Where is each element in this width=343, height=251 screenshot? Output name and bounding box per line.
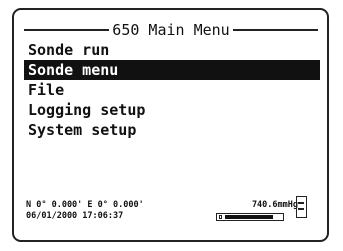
menu-item-logging-setup[interactable]: Logging setup bbox=[24, 100, 320, 120]
menu-item-system-setup[interactable]: System setup bbox=[24, 120, 320, 140]
page-title: 650 Main Menu bbox=[112, 21, 230, 39]
battery-terminal bbox=[219, 215, 222, 219]
battery-level-fill bbox=[225, 215, 273, 219]
display-screen: 650 Main Menu Sonde run Sonde menu File … bbox=[12, 8, 329, 242]
status-bar: N 0° 0.000' E 0° 0.000' 740.6mmHg 06/01/… bbox=[26, 200, 318, 232]
title-rule-right bbox=[232, 29, 318, 31]
title-rule-left bbox=[24, 29, 110, 31]
menu-item-sonde-run[interactable]: Sonde run bbox=[24, 40, 320, 60]
date-time: 06/01/2000 17:06:37 bbox=[26, 211, 124, 221]
main-menu: Sonde run Sonde menu File Logging setup … bbox=[24, 40, 320, 140]
gps-coordinates: N 0° 0.000' E 0° 0.000' bbox=[26, 200, 144, 210]
battery-icon bbox=[216, 213, 284, 221]
menu-title-bar: 650 Main Menu bbox=[24, 20, 318, 40]
barometric-pressure: 740.6mmHg bbox=[251, 200, 298, 210]
memory-card-icon bbox=[296, 196, 307, 218]
menu-item-sonde-menu[interactable]: Sonde menu bbox=[24, 60, 320, 80]
menu-item-file[interactable]: File bbox=[24, 80, 320, 100]
